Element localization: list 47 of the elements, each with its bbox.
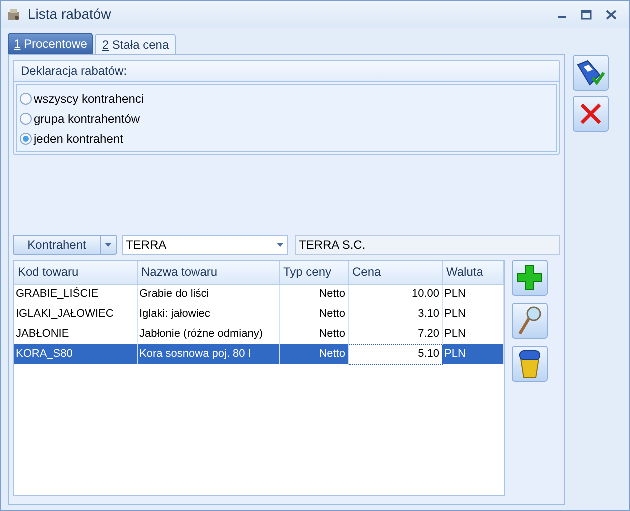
column-header[interactable]: Nazwa towaru: [137, 261, 279, 284]
table-cell: 5.10: [348, 344, 442, 364]
floppy-check-icon: [576, 59, 606, 87]
table-cell: IGLAKI_JAŁOWIEC: [14, 304, 137, 324]
window-icon: [7, 8, 21, 22]
caret-icon: [277, 243, 284, 247]
table-cell: Kora sosnowa poj. 80 l: [137, 344, 279, 364]
radio-button[interactable]: [20, 113, 32, 125]
table-cell: PLN: [442, 344, 503, 364]
table-cell: Netto: [279, 284, 348, 304]
radio-button[interactable]: [20, 133, 32, 145]
close-icon[interactable]: [606, 10, 617, 20]
table-cell: KORA_S80: [14, 344, 137, 364]
table-cell: Netto: [279, 344, 348, 364]
column-header[interactable]: Cena: [348, 261, 442, 284]
column-header[interactable]: Typ ceny: [279, 261, 348, 284]
table-cell: Grabie do liści: [137, 284, 279, 304]
table-cell: 3.10: [348, 304, 442, 324]
table-cell: PLN: [442, 304, 503, 324]
radio-label: jeden kontrahent: [34, 131, 124, 148]
add-button[interactable]: [512, 260, 548, 296]
cancel-button[interactable]: [573, 96, 609, 132]
table-cell: GRABIE_LIŚCIE: [14, 284, 137, 304]
column-header[interactable]: Kod towaru: [14, 261, 137, 284]
radio-label: wszyscy kontrahenci: [34, 91, 144, 108]
group-title: Deklaracja rabatów:: [14, 61, 559, 82]
delete-button[interactable]: [512, 346, 548, 382]
radio-label: grupa kontrahentów: [34, 111, 140, 128]
table-cell: Iglaki: jałowiec: [137, 304, 279, 324]
magnifier-icon: [517, 306, 543, 336]
tab[interactable]: 2 Stała cena: [95, 34, 176, 54]
column-header[interactable]: Waluta: [442, 261, 503, 284]
save-button[interactable]: [573, 55, 609, 91]
contractor-combo[interactable]: TERRA: [122, 235, 288, 255]
maximize-icon[interactable]: [581, 10, 592, 20]
table-cell: Netto: [279, 304, 348, 324]
contractor-name-field: TERRA S.C.: [295, 235, 560, 255]
table-cell: PLN: [442, 284, 503, 304]
window-title: Lista rabatów: [28, 5, 112, 24]
table-cell: 10.00: [348, 284, 442, 304]
plus-icon: [517, 265, 543, 291]
trash-bin-icon: [518, 349, 542, 379]
caret-icon: [105, 243, 112, 247]
cross-icon: [579, 102, 603, 126]
radio-button[interactable]: [20, 93, 32, 105]
tab[interactable]: 1 Procentowe: [8, 33, 94, 54]
search-button[interactable]: [512, 303, 548, 339]
